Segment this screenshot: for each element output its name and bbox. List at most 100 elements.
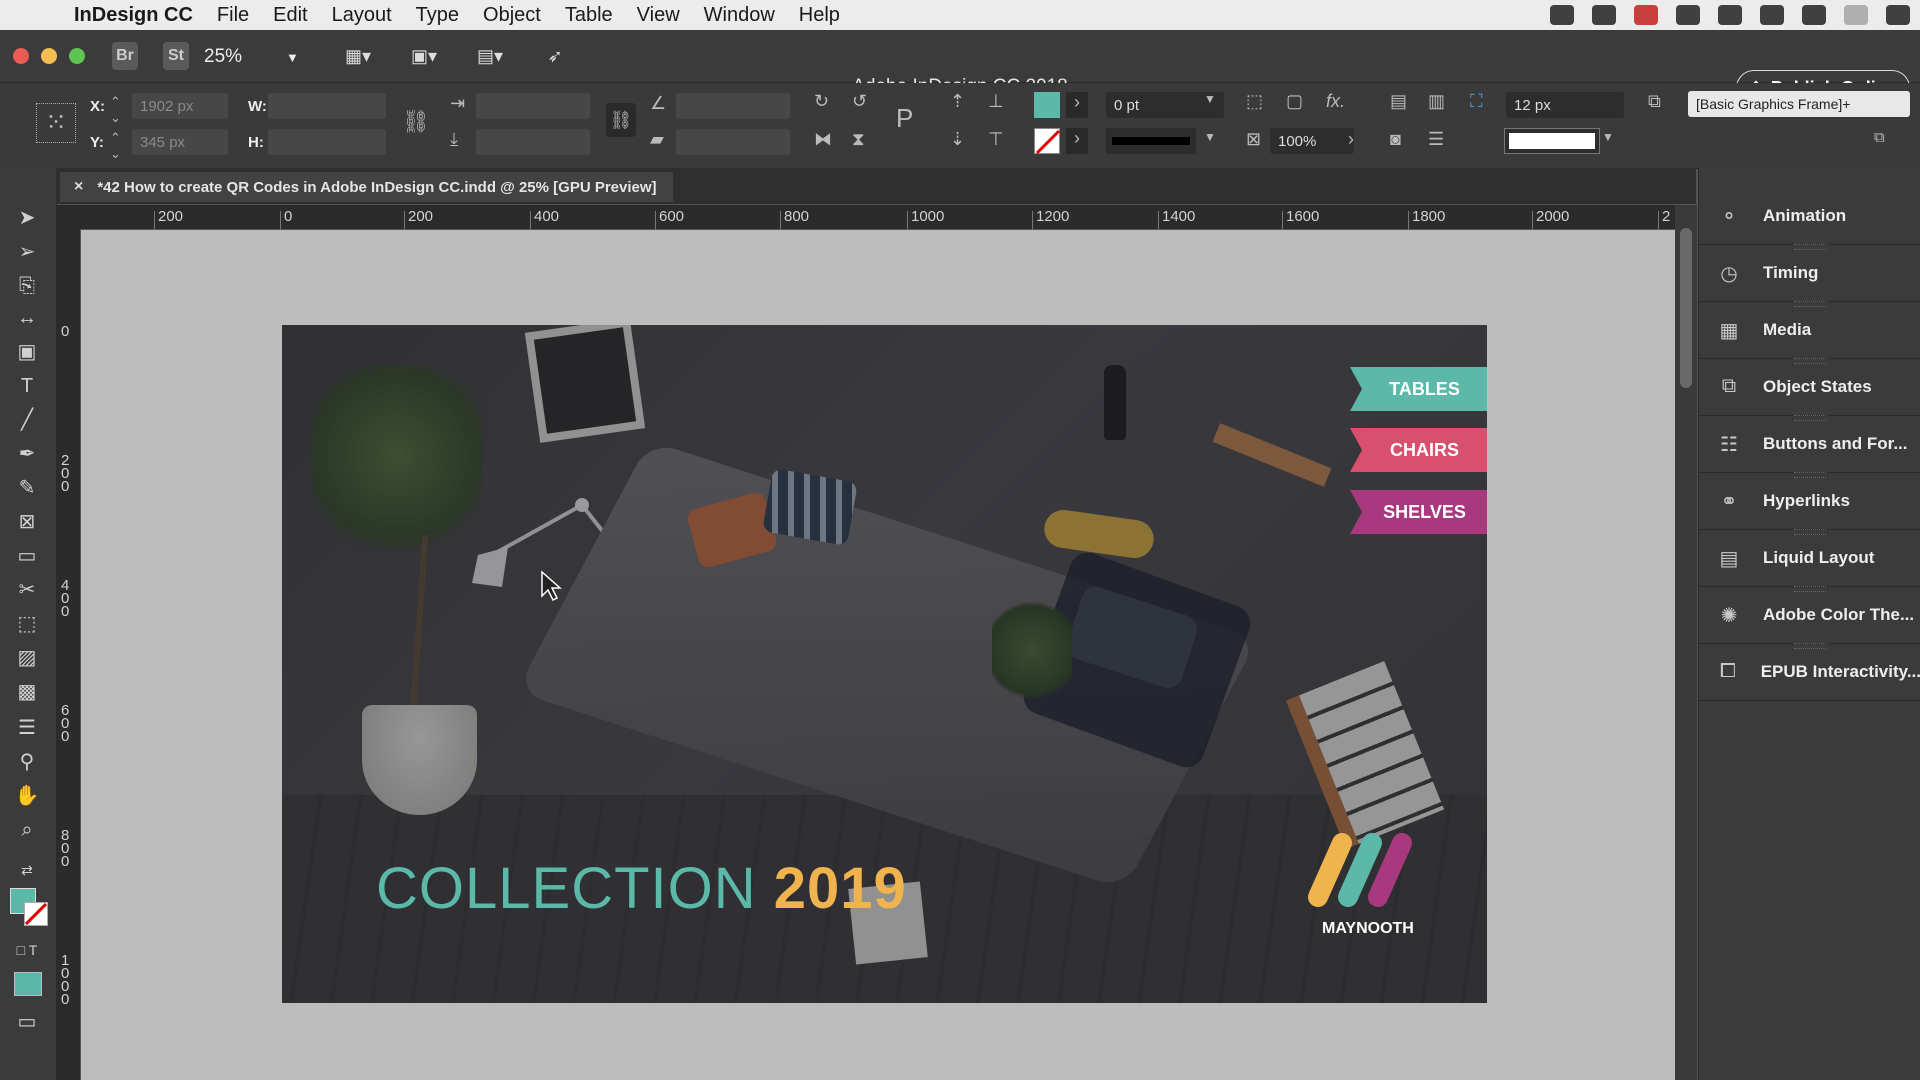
scissors-tool-icon[interactable]: ✂ xyxy=(12,576,42,604)
screen-mode-tool-icon[interactable]: ▭ xyxy=(12,1008,42,1036)
chairs-tag[interactable]: CHAIRS xyxy=(1350,428,1487,472)
view-options-icon[interactable]: ▦▾ xyxy=(338,42,378,70)
dropbox-icon[interactable] xyxy=(1550,5,1574,25)
shear-input[interactable] xyxy=(676,129,790,155)
pencil-tool-icon[interactable]: ✎ xyxy=(12,474,42,502)
recording-icon[interactable] xyxy=(1634,5,1658,25)
text-wrap-shape-icon[interactable]: ◙ xyxy=(1390,129,1401,150)
link-scale-icon[interactable]: ⛓ xyxy=(606,103,636,137)
scale-x-icon[interactable]: ⇥ xyxy=(450,93,465,114)
app-tray-icon[interactable] xyxy=(1760,5,1784,25)
zoom-tool-icon[interactable]: ⌕ xyxy=(12,816,42,844)
drop-shadow-icon[interactable]: ▢ xyxy=(1286,91,1303,112)
flip-vertical-icon[interactable]: ⧗ xyxy=(852,129,865,150)
fill-color-swatch[interactable] xyxy=(1034,92,1060,118)
close-document-icon[interactable]: × xyxy=(74,178,83,196)
corner-options-icon[interactable]: ⬚ xyxy=(1246,91,1263,112)
pen-tool-icon[interactable]: ✒ xyxy=(12,440,42,468)
app-menu[interactable]: InDesign CC xyxy=(74,4,193,27)
frame-fitting-chevron-icon[interactable]: ▼ xyxy=(1602,130,1614,144)
creative-cloud-icon[interactable] xyxy=(1592,5,1616,25)
panel-media[interactable]: ▦ Media xyxy=(1699,302,1920,359)
effects-fx-icon[interactable]: fx. xyxy=(1326,91,1345,112)
rotate-ccw-icon[interactable]: ↺ xyxy=(852,91,867,112)
time-machine-icon[interactable] xyxy=(1802,5,1826,25)
gradient-swatch-tool-icon[interactable]: ▨ xyxy=(12,644,42,672)
menu-view[interactable]: View xyxy=(637,4,680,27)
tables-tag[interactable]: TABLES xyxy=(1350,367,1487,411)
frame-fitting-select[interactable] xyxy=(1504,128,1600,154)
minimize-window-button[interactable] xyxy=(41,48,57,64)
menu-layout[interactable]: Layout xyxy=(332,4,392,27)
x-stepper-icon[interactable]: ⌃ ⌄ xyxy=(110,94,121,126)
text-wrap-none-icon[interactable]: ▤ xyxy=(1390,91,1407,112)
close-window-button[interactable] xyxy=(13,48,29,64)
menu-type[interactable]: Type xyxy=(416,4,459,27)
horizontal-ruler[interactable]: 200 0 200 400 600 800 1000 1200 1400 160… xyxy=(56,205,1680,230)
vertical-ruler[interactable]: 0 200 400 600 800 1000 xyxy=(56,229,81,1080)
text-wrap-bbox-icon[interactable]: ▥ xyxy=(1428,91,1445,112)
page-tool-icon[interactable]: ⎘ xyxy=(12,272,42,300)
opacity-chevron-icon[interactable]: › xyxy=(1348,129,1354,150)
stroke-color-chip[interactable] xyxy=(24,902,48,926)
scale-x-input[interactable] xyxy=(476,93,590,119)
free-transform-tool-icon[interactable]: ⬚ xyxy=(12,610,42,638)
line-tool-icon[interactable]: ╱ xyxy=(12,406,42,434)
scale-y-input[interactable] xyxy=(476,129,590,155)
stock-button[interactable]: St xyxy=(163,42,189,70)
panel-animation[interactable]: ⚬ Animation xyxy=(1699,188,1920,245)
height-input[interactable] xyxy=(268,129,386,155)
panel-adobe-color[interactable]: ✺ Adobe Color The... xyxy=(1699,587,1920,644)
stroke-weight-chevron-icon[interactable]: ▼ xyxy=(1204,92,1216,106)
stroke-type-select[interactable] xyxy=(1106,128,1196,154)
gradient-feather-tool-icon[interactable]: ▩ xyxy=(12,678,42,706)
menu-edit[interactable]: Edit xyxy=(273,4,307,27)
y-input[interactable]: 345 px xyxy=(132,129,228,155)
select-container-icon[interactable]: ⇡ xyxy=(950,91,965,112)
y-stepper-icon[interactable]: ⌃ ⌄ xyxy=(110,130,121,162)
display-icon[interactable] xyxy=(1676,5,1700,25)
panel-liquid-layout[interactable]: ▤ Liquid Layout xyxy=(1699,530,1920,587)
panel-menu-icon[interactable]: ⧉ xyxy=(1874,129,1885,146)
content-collector-icon[interactable]: ▣ xyxy=(12,338,42,366)
eyedropper-tool-icon[interactable]: ⚲ xyxy=(12,748,42,776)
type-tool-icon[interactable]: T xyxy=(12,372,42,400)
auto-fit-icon[interactable]: ⛶ xyxy=(1470,91,1483,112)
direct-selection-tool-icon[interactable]: ➢ xyxy=(12,238,42,266)
rectangle-frame-tool-icon[interactable]: ⊠ xyxy=(12,508,42,536)
menu-object[interactable]: Object xyxy=(483,4,541,27)
headline[interactable]: COLLECTION 2019 xyxy=(376,855,907,922)
width-input[interactable] xyxy=(268,93,386,119)
document-tab[interactable]: × *42 How to create QR Codes in Adobe In… xyxy=(60,172,673,202)
wifi-icon[interactable] xyxy=(1886,5,1910,25)
zoom-level-select[interactable]: 25% ▼ xyxy=(204,42,304,72)
maximize-window-button[interactable] xyxy=(69,48,85,64)
arrange-documents-icon[interactable]: ▤▾ xyxy=(470,42,510,70)
panel-timing[interactable]: ◷ Timing xyxy=(1699,245,1920,302)
rotate-input[interactable] xyxy=(676,93,790,119)
rotate-cw-icon[interactable]: ↻ xyxy=(814,91,829,112)
fill-chevron-icon[interactable]: › xyxy=(1066,92,1088,118)
flip-horizontal-icon[interactable]: ⧓ xyxy=(814,129,832,150)
constrain-proportions-icon[interactable]: ⛓ xyxy=(402,109,430,135)
apply-color-icon[interactable] xyxy=(14,972,42,996)
select-next-icon[interactable]: ⊤ xyxy=(988,129,1004,150)
menu-file[interactable]: File xyxy=(217,4,249,27)
panel-object-states[interactable]: ⧉ Object States xyxy=(1699,359,1920,416)
reference-point-icon[interactable]: ⁙ xyxy=(36,103,76,143)
panel-buttons-forms[interactable]: ☷ Buttons and For... xyxy=(1699,416,1920,473)
swap-fill-stroke-icon[interactable]: ⇄ xyxy=(12,856,42,884)
scrollbar-thumb[interactable] xyxy=(1680,228,1692,388)
scale-y-icon[interactable]: ⤓ xyxy=(450,129,458,150)
publish-rocket-icon[interactable]: ➶ xyxy=(540,42,570,70)
rectangle-tool-icon[interactable]: ▭ xyxy=(12,542,42,570)
panel-hyperlinks[interactable]: ⚭ Hyperlinks xyxy=(1699,473,1920,530)
menu-window[interactable]: Window xyxy=(704,4,775,27)
document-page[interactable]: TABLES CHAIRS SHELVES COLLECTION 2019 MA… xyxy=(282,325,1487,1003)
note-tool-icon[interactable]: ☰ xyxy=(12,714,42,742)
hand-tool-icon[interactable]: ✋ xyxy=(12,782,42,810)
bluetooth-icon[interactable] xyxy=(1844,5,1868,25)
rotate-angle-icon[interactable]: ∠ xyxy=(650,93,666,114)
stroke-chevron-icon[interactable]: › xyxy=(1066,128,1088,154)
menu-table[interactable]: Table xyxy=(565,4,613,27)
